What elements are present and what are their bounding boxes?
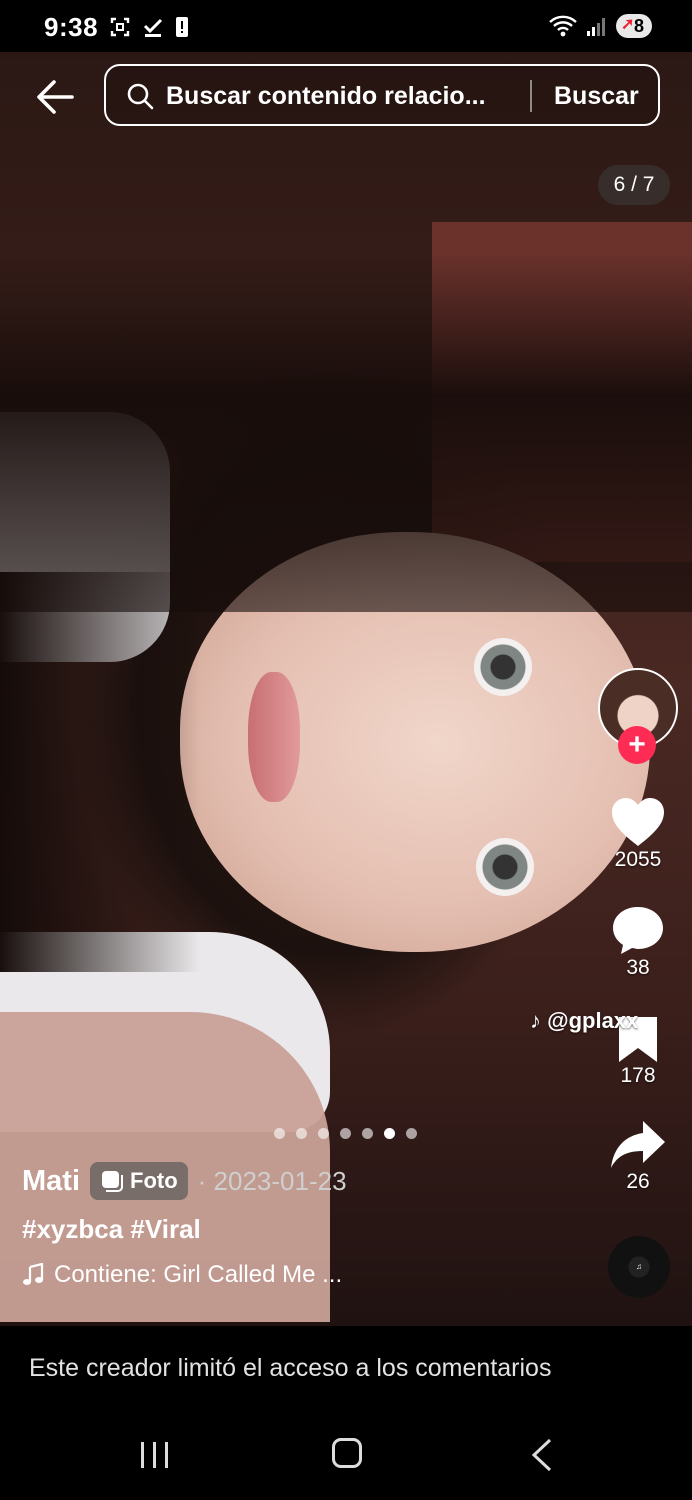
photo-eye-lower — [476, 838, 534, 896]
carousel-dot — [296, 1128, 307, 1139]
foto-badge-label: Foto — [130, 1168, 178, 1193]
system-nav-bar — [0, 1412, 692, 1500]
comments-bar: Este creador limitó el acceso a los come… — [0, 1326, 692, 1412]
carousel-dot — [340, 1128, 351, 1139]
search-placeholder: Buscar contenido relacio... — [166, 82, 486, 110]
share-icon — [611, 1121, 665, 1168]
status-bar: 9:38 ➚ 8 — [0, 0, 692, 52]
foto-icon — [102, 1171, 123, 1192]
foto-badge: Foto — [90, 1162, 188, 1200]
search-input[interactable]: Buscar contenido relacio... Buscar — [104, 64, 660, 126]
search-divider — [530, 80, 532, 112]
wifi-icon — [549, 15, 577, 37]
post-hashtags[interactable]: #xyzbca #Viral — [22, 1214, 347, 1245]
home-icon[interactable] — [332, 1438, 362, 1468]
battery-level: 8 — [633, 16, 644, 36]
page-counter: 6 / 7 — [598, 165, 670, 205]
download-done-icon — [143, 18, 163, 37]
like-button[interactable]: 2055 — [600, 796, 676, 872]
post-caption: Mati Foto · 2023-01-23 #xyzbca #Viral Co… — [22, 1162, 347, 1289]
tiktok-icon: ♪ — [530, 1008, 541, 1033]
watermark-handle: @gplaxx — [547, 1008, 639, 1033]
status-time: 9:38 — [44, 12, 99, 42]
like-count: 2055 — [614, 848, 662, 871]
top-nav: Buscar contenido relacio... Buscar — [0, 62, 692, 132]
carousel-dot-active — [384, 1128, 395, 1139]
comment-icon — [613, 907, 663, 954]
battery-indicator: ➚ 8 — [615, 14, 652, 38]
search-button[interactable]: Buscar — [554, 82, 639, 111]
search-icon — [127, 83, 154, 110]
follow-button[interactable]: + — [618, 726, 656, 764]
photo-hair — [0, 252, 692, 612]
carousel-dot — [362, 1128, 373, 1139]
status-icons-right: ➚ 8 — [548, 14, 652, 38]
share-count: 26 — [626, 1170, 650, 1193]
screenshot-icon — [110, 17, 130, 37]
caption-header: Mati Foto · 2023-01-23 — [22, 1162, 347, 1200]
photo-lips — [248, 672, 300, 802]
sound-link[interactable]: Contiene: Girl Called Me ... — [22, 1261, 347, 1289]
sound-label: Contiene: Girl Called Me ... — [54, 1261, 343, 1288]
carousel-dot — [274, 1128, 285, 1139]
photo-hair-side — [0, 572, 200, 972]
music-note-icon: ♫ — [636, 1262, 642, 1271]
share-button[interactable]: 26 — [600, 1118, 676, 1194]
charging-icon: ➚ — [620, 16, 635, 33]
signal-icon — [586, 18, 605, 36]
music-note-icon — [23, 1263, 44, 1285]
carousel-dots — [274, 1128, 417, 1139]
carousel-dot — [318, 1128, 329, 1139]
comment-button[interactable]: 38 — [600, 904, 676, 980]
status-icons-left — [108, 15, 190, 39]
carousel-dot — [406, 1128, 417, 1139]
photo-eye-upper — [474, 638, 532, 696]
comment-count: 38 — [626, 956, 650, 979]
comments-notice: Este creador limitó el acceso a los come… — [29, 1354, 552, 1382]
author-name[interactable]: Mati — [22, 1165, 80, 1198]
alert-icon — [176, 17, 188, 37]
nav-back-icon[interactable] — [530, 1438, 554, 1472]
bookmark-count: 178 — [620, 1064, 656, 1087]
back-arrow-icon[interactable] — [34, 76, 76, 118]
post-date: · 2023-01-23 — [197, 1165, 347, 1196]
tiktok-watermark: ♪ @gplaxx — [530, 1008, 638, 1034]
heart-icon — [612, 798, 664, 846]
music-disc[interactable]: ♫ — [608, 1236, 670, 1298]
recents-icon[interactable] — [138, 1440, 172, 1470]
